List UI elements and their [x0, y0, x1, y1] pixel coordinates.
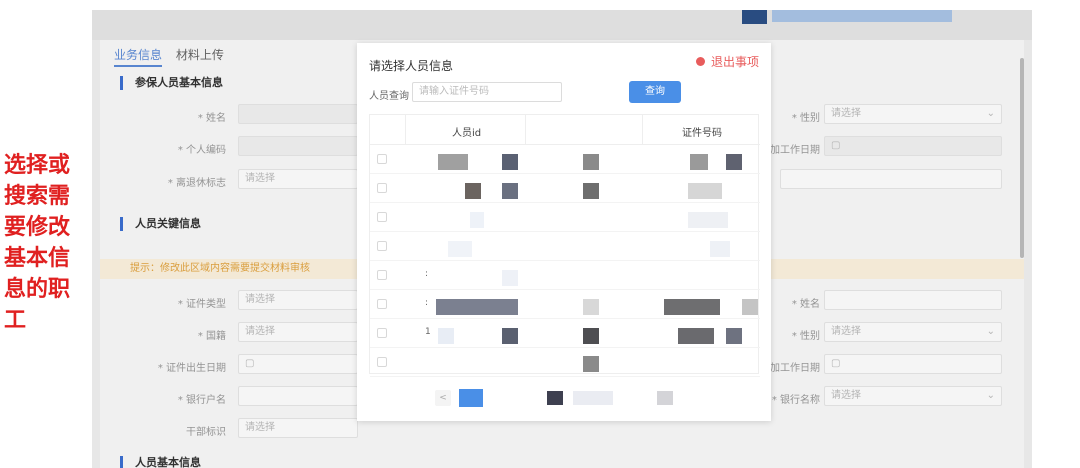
table-row[interactable] — [370, 145, 760, 174]
row-prefix: : — [425, 269, 429, 279]
table-row[interactable]: 1 — [370, 319, 760, 348]
column-divider — [525, 115, 526, 145]
table-row[interactable]: : — [370, 261, 760, 290]
blurred-cell — [448, 241, 472, 257]
table-row[interactable] — [370, 348, 760, 377]
blurred-cell — [502, 154, 518, 170]
row-checkbox[interactable] — [377, 328, 387, 338]
blurred-cell — [664, 299, 720, 315]
blurred-cell — [583, 299, 599, 315]
exit-button[interactable]: 退出事项 — [695, 53, 759, 70]
exit-label: 退出事项 — [710, 55, 759, 69]
blurred-cell — [436, 299, 518, 315]
row-prefix: 1 — [425, 327, 431, 337]
screenshot: 选择或搜索需要修改基本信息的职工 业务信息 材料上传 参保人员基本信息 * 姓名… — [0, 0, 1080, 468]
close-circle-icon — [695, 57, 705, 66]
row-checkbox[interactable] — [377, 357, 387, 367]
column-header-person-id: 人员id — [452, 128, 482, 139]
table-row[interactable]: : — [370, 290, 760, 319]
blurred-cell — [470, 212, 484, 228]
blurred-cell — [502, 328, 518, 344]
blurred-cell — [583, 183, 599, 199]
blurred-cell — [438, 328, 454, 344]
dialog-title: 请选择人员信息 — [369, 59, 454, 73]
row-checkbox[interactable] — [377, 270, 387, 280]
pagination: < — [357, 388, 771, 408]
blurred-cell — [465, 183, 481, 199]
table-row[interactable] — [370, 174, 760, 203]
pagination-block — [657, 391, 673, 405]
select-person-dialog: 请选择人员信息 退出事项 人员查询 请输入证件号码 查询 人员id 证件号码:… — [357, 43, 771, 421]
person-table: 人员id 证件号码:: 1 — [369, 114, 760, 377]
blurred-cell — [583, 154, 599, 170]
annotation-text: 选择或搜索需要修改基本信息的职工 — [4, 152, 71, 333]
column-header-id-number: 证件号码 — [682, 128, 722, 139]
blurred-cell — [502, 183, 518, 199]
blurred-cell — [583, 356, 599, 372]
blurred-cell — [678, 328, 714, 344]
row-checkbox[interactable] — [377, 241, 387, 251]
search-button[interactable]: 查询 — [629, 81, 681, 103]
blurred-cell — [502, 270, 518, 286]
id-number-search-input[interactable]: 请输入证件号码 — [412, 82, 562, 102]
prev-page-button[interactable]: < — [435, 390, 451, 406]
blurred-cell — [742, 299, 758, 315]
blurred-cell — [726, 154, 742, 170]
table-row[interactable] — [370, 232, 760, 261]
blurred-cell — [710, 241, 730, 257]
pagination-block — [459, 389, 483, 407]
table-header: 人员id 证件号码 — [370, 115, 760, 145]
row-checkbox[interactable] — [377, 299, 387, 309]
column-divider — [405, 115, 406, 145]
row-checkbox[interactable] — [377, 154, 387, 164]
blurred-cell — [583, 328, 599, 344]
column-divider — [642, 115, 643, 145]
pagination-block — [547, 391, 563, 405]
blurred-cell — [688, 183, 722, 199]
row-checkbox[interactable] — [377, 212, 387, 222]
blurred-cell — [690, 154, 708, 170]
blurred-cell — [688, 212, 728, 228]
row-prefix: : — [425, 298, 429, 308]
query-label: 人员查询 — [369, 91, 409, 102]
blurred-cell — [438, 154, 468, 170]
blurred-cell — [726, 328, 742, 344]
row-checkbox[interactable] — [377, 183, 387, 193]
table-row[interactable] — [370, 203, 760, 232]
pagination-block — [573, 391, 613, 405]
